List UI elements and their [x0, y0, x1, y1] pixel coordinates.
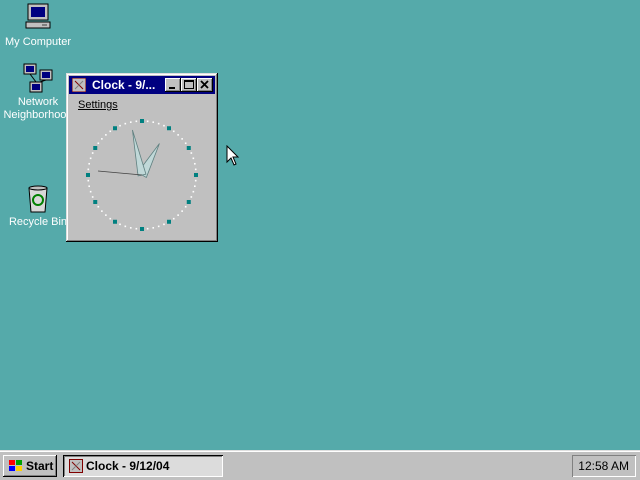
minute-marker	[194, 185, 196, 188]
minute-marker	[177, 134, 179, 136]
minute-marker	[192, 190, 195, 193]
hour-marker	[167, 126, 171, 131]
minute-marker	[101, 138, 103, 140]
windows-logo-icon	[9, 460, 22, 471]
minute-marker	[184, 142, 187, 145]
minute-marker	[87, 168, 90, 171]
close-button[interactable]	[197, 78, 213, 92]
minute-marker	[105, 134, 107, 136]
minute-marker	[152, 227, 155, 229]
maximize-button[interactable]	[181, 78, 197, 92]
minimize-button[interactable]	[165, 78, 181, 92]
minute-marker	[101, 210, 103, 212]
hour-marker	[194, 173, 198, 177]
maximize-icon	[184, 80, 194, 89]
hour-marker	[93, 146, 98, 150]
minute-marker	[89, 157, 92, 160]
window-title: Clock - 9/...	[92, 78, 156, 92]
minute-marker	[88, 185, 90, 188]
minute-marker	[152, 121, 155, 123]
hour-marker	[113, 126, 117, 131]
minute-marker	[88, 162, 90, 165]
minute-marker	[163, 124, 165, 127]
minute-marker	[119, 124, 121, 127]
recycle-bin-icon	[28, 185, 48, 213]
minute-marker	[190, 196, 193, 198]
hour-marker	[93, 200, 98, 204]
clock-app-icon	[72, 78, 86, 92]
desktop-icon-recycle-bin[interactable]: Recycle Bin	[0, 182, 76, 229]
hour-marker	[186, 200, 191, 204]
minute-marker	[129, 121, 132, 123]
desktop-icon-my-computer[interactable]: My Computer	[0, 2, 76, 49]
menu-settings[interactable]: Settings	[78, 99, 118, 111]
close-icon	[200, 80, 209, 89]
hour-marker	[140, 227, 144, 231]
minute-marker	[192, 157, 195, 160]
minute-marker	[157, 225, 160, 228]
minute-marker	[157, 122, 160, 125]
minute-marker	[190, 152, 193, 154]
desktop-icon-label: Recycle Bin	[8, 216, 68, 228]
hour-marker	[113, 219, 117, 224]
minute-marker	[105, 214, 107, 216]
mouse-cursor-icon	[226, 145, 240, 166]
minute-marker	[129, 227, 132, 229]
minute-marker	[194, 179, 197, 182]
minute-marker	[124, 122, 127, 125]
title-bar[interactable]: Clock - 9/...	[69, 76, 215, 94]
minute-marker	[119, 223, 121, 226]
minute-marker	[89, 190, 92, 193]
tray-clock[interactable]: 12:58 AM	[578, 459, 629, 473]
taskbar-button-clock[interactable]: Clock - 9/12/04	[63, 455, 223, 477]
menu-bar: Settings	[69, 96, 215, 114]
start-label: Start	[26, 459, 54, 473]
minute-marker	[109, 130, 112, 133]
desktop-icon-label-line2: Neighborhood	[3, 109, 73, 121]
clock-app-icon	[69, 459, 83, 473]
desktop-icon-label: My Computer	[4, 36, 72, 48]
minute-marker	[181, 210, 183, 212]
minute-marker	[163, 223, 165, 226]
hour-marker	[140, 119, 144, 123]
minute-marker	[194, 168, 197, 171]
taskbar-button-label: Clock - 9/12/04	[86, 459, 170, 473]
minimize-icon	[169, 87, 175, 89]
hour-marker	[167, 219, 171, 224]
minute-marker	[184, 205, 187, 208]
hour-marker	[186, 146, 191, 150]
second-hand	[97, 170, 143, 176]
taskbar: Start Clock - 9/12/04 12:58 AM	[0, 450, 640, 480]
minute-marker	[87, 179, 90, 182]
minute-marker	[135, 227, 138, 230]
minute-marker	[135, 120, 138, 123]
hour-marker	[86, 173, 90, 177]
minute-marker	[194, 162, 196, 165]
analog-clock-face	[86, 119, 198, 231]
minute-marker	[124, 225, 127, 228]
minute-marker	[177, 214, 179, 216]
start-button[interactable]: Start	[3, 455, 57, 477]
minute-marker	[91, 152, 94, 154]
minute-hand	[132, 129, 147, 177]
my-computer-icon	[25, 3, 51, 29]
desktop-icon-network-neighborhood[interactable]: Network Neighborhood	[0, 62, 76, 122]
network-icon	[23, 63, 53, 93]
minute-marker	[181, 138, 183, 140]
system-tray: 12:58 AM	[572, 455, 636, 477]
minute-marker	[109, 217, 112, 220]
minute-marker	[172, 130, 175, 133]
desktop-icon-label-line1: Network	[17, 96, 59, 108]
minute-marker	[172, 217, 175, 220]
menu-settings-label: Settings	[78, 99, 118, 111]
clock-window[interactable]: Clock - 9/... Settings	[66, 73, 218, 242]
minute-marker	[146, 227, 149, 230]
minute-marker	[146, 120, 149, 123]
minute-marker	[97, 205, 100, 208]
minute-marker	[97, 142, 100, 145]
minute-marker	[91, 196, 94, 198]
